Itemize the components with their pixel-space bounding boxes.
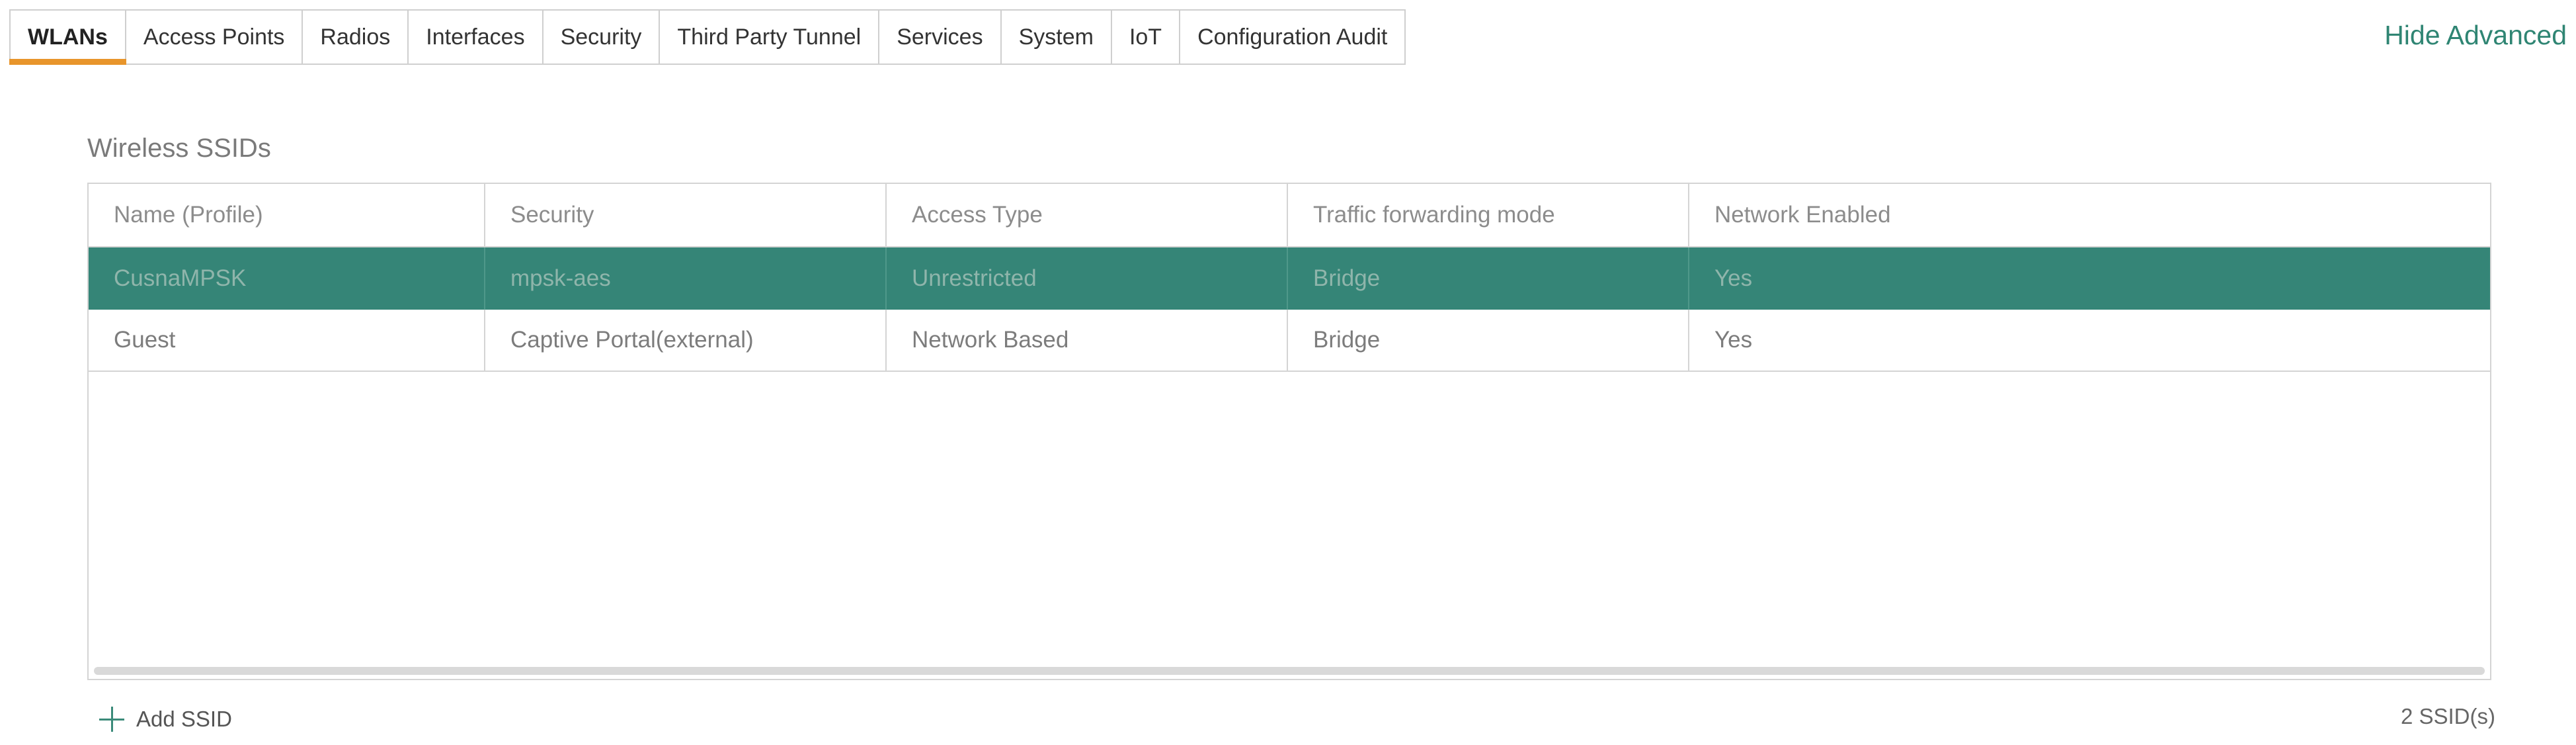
cell-security: mpsk-aes [485,247,887,310]
cell-forwarding-mode: Bridge [1288,310,1689,371]
plus-icon [99,707,124,732]
hide-advanced-link[interactable]: Hide Advanced [2384,20,2567,51]
table-header-row: Name (Profile) Security Access Type Traf… [89,184,2490,247]
tab-radios[interactable]: Radios [303,11,409,64]
cell-name: CusnaMPSK [89,247,485,310]
tab-security[interactable]: Security [543,11,661,64]
cell-network-enabled: Yes [1714,265,1753,291]
cell-forwarding-mode: Bridge [1288,247,1689,310]
table-row-selected[interactable]: CusnaMPSK mpsk-aes Unrestricted Bridge Y… [89,247,2490,310]
cell-security: Captive Portal(external) [485,310,887,371]
tab-third-party-tunnel[interactable]: Third Party Tunnel [660,11,880,64]
column-header-network-enabled[interactable]: Network Enabled [1689,184,2490,246]
ssid-table: Name (Profile) Security Access Type Traf… [87,183,2491,680]
tab-wlans[interactable]: WLANs [9,11,126,65]
add-ssid-button[interactable]: Add SSID [99,707,232,732]
tab-access-points[interactable]: Access Points [126,11,303,64]
horizontal-scrollbar[interactable] [94,667,2485,675]
section-title: Wireless SSIDs [87,134,271,163]
cell-name: Guest [89,310,485,371]
column-header-name[interactable]: Name (Profile) [89,184,485,246]
tab-system[interactable]: System [1002,11,1112,64]
tab-services[interactable]: Services [879,11,1002,64]
table-row[interactable]: Guest Captive Portal(external) Network B… [89,310,2490,372]
tab-bar: WLANs Access Points Radios Interfaces Se… [9,9,1406,65]
tab-iot[interactable]: IoT [1112,11,1181,64]
add-ssid-label: Add SSID [136,707,232,731]
column-header-forwarding-mode[interactable]: Traffic forwarding mode [1288,184,1689,246]
column-header-access-type[interactable]: Access Type [887,184,1288,246]
cell-network-enabled: Yes [1714,327,1753,353]
tab-interfaces[interactable]: Interfaces [409,11,543,64]
ssid-count: 2 SSID(s) [2400,704,2495,728]
tab-configuration-audit[interactable]: Configuration Audit [1180,11,1404,64]
cell-access-type: Network Based [887,310,1288,371]
cell-access-type: Unrestricted [887,247,1288,310]
column-header-security[interactable]: Security [485,184,887,246]
